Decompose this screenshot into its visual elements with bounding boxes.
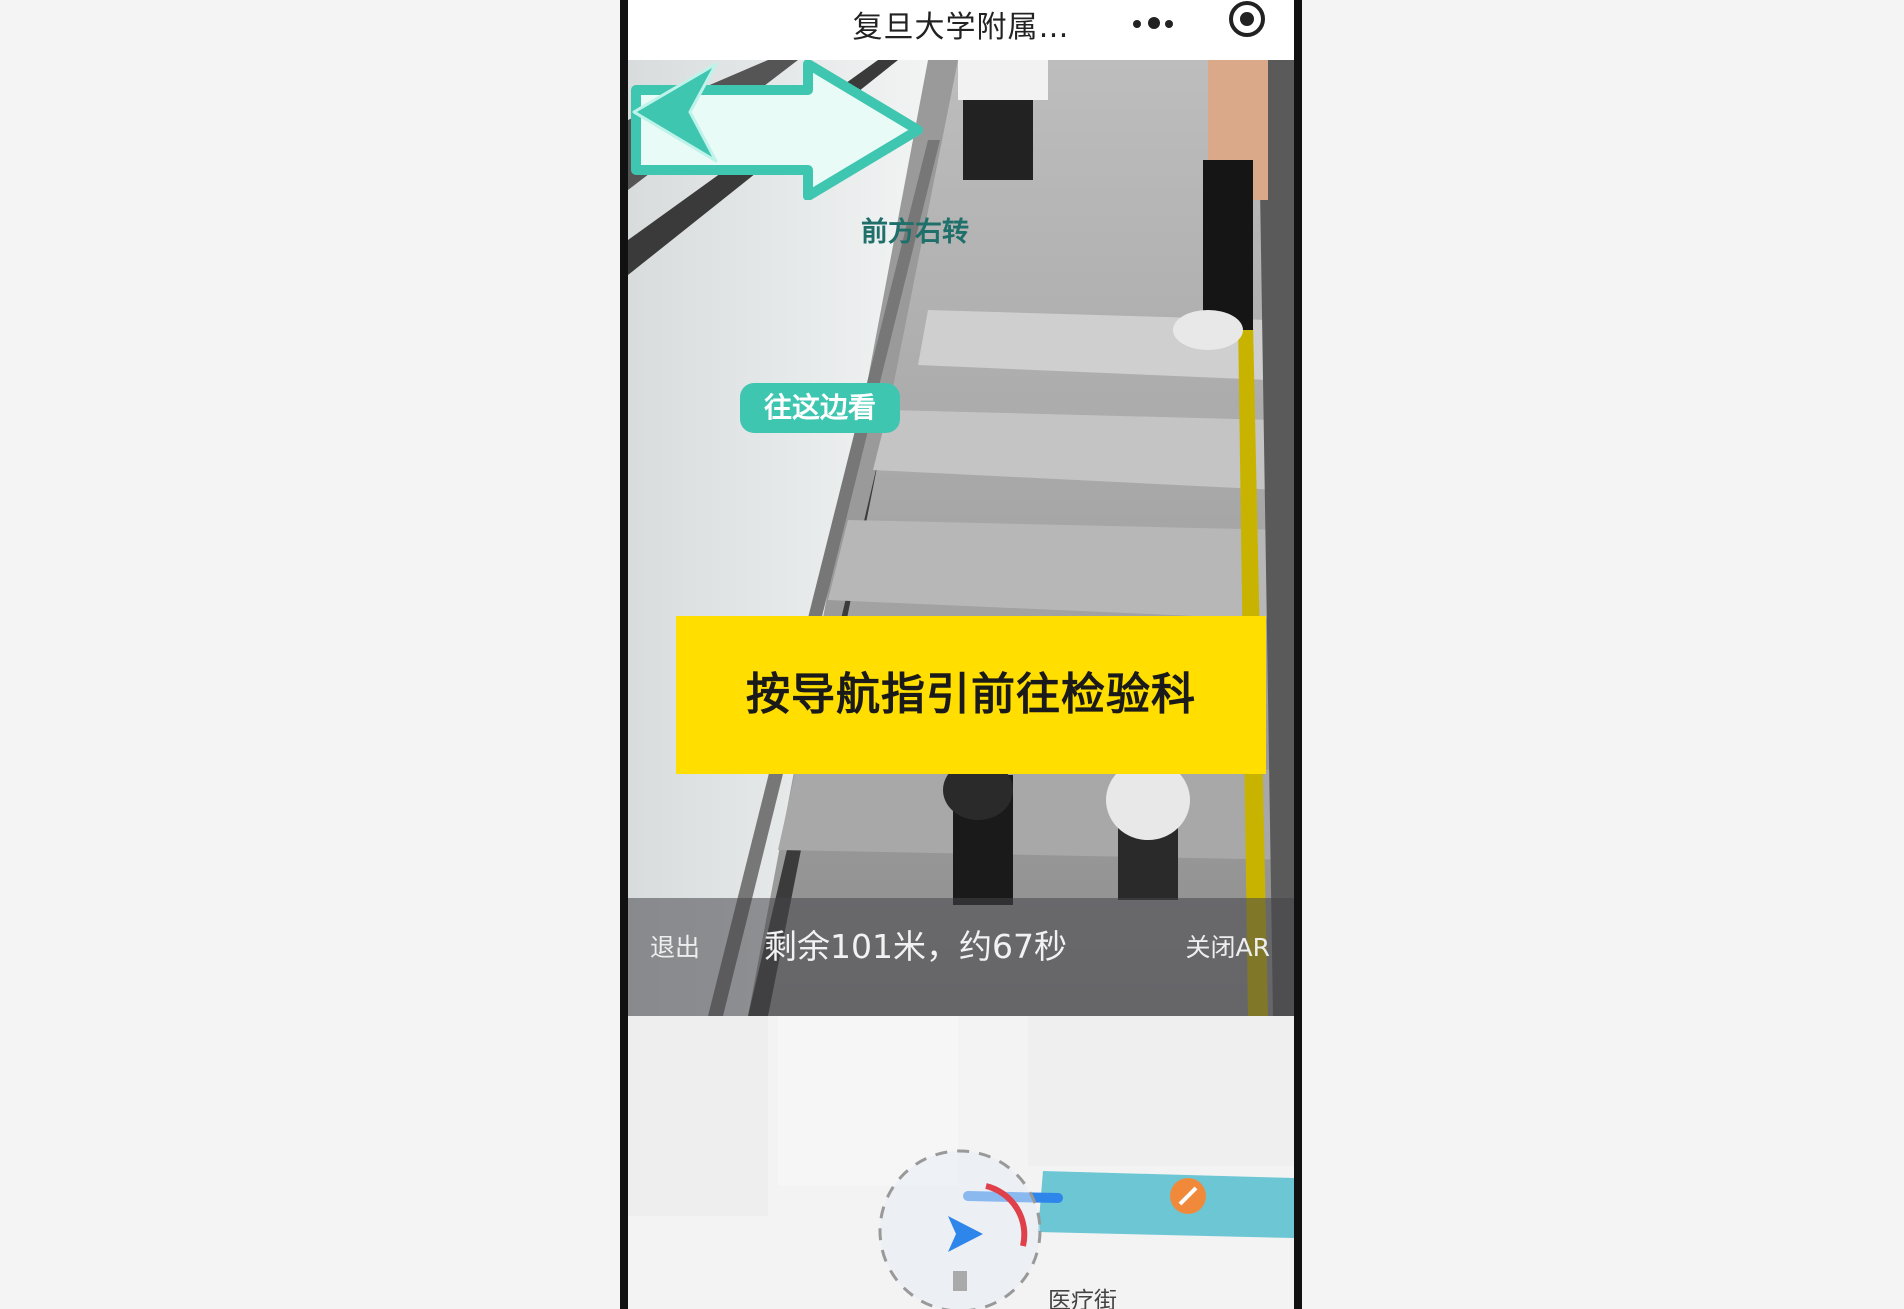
navigation-instruction-banner: 按导航指引前往检验科 bbox=[676, 616, 1266, 774]
escalator-scene bbox=[628, 60, 1294, 1016]
map-overlay bbox=[878, 1149, 1294, 1309]
map-road-label: 医疗街 bbox=[1048, 1288, 1117, 1309]
mini-program-screen: 复旦大学附属… 前方右转 往这边看 按导航指引前往检验科 退出 剩余101米，约… bbox=[628, 0, 1294, 1309]
map-street bbox=[1038, 1171, 1294, 1238]
remaining-distance-text: 剩余101米，约67秒 bbox=[764, 927, 1067, 966]
title-bar: 复旦大学附属… bbox=[628, 0, 1294, 60]
exit-button[interactable]: 退出 bbox=[650, 928, 700, 964]
indoor-map[interactable]: 医疗街 bbox=[628, 1016, 1294, 1309]
map-marker bbox=[953, 1271, 967, 1291]
chevron-left-icon bbox=[632, 62, 718, 163]
close-ar-button[interactable]: 关闭AR bbox=[1186, 928, 1270, 964]
more-dots-icon[interactable] bbox=[1133, 17, 1177, 29]
turn-right-label: 前方右转 bbox=[861, 217, 969, 248]
ar-camera-view: 前方右转 往这边看 按导航指引前往检验科 退出 剩余101米，约67秒 关闭AR bbox=[628, 60, 1294, 1016]
look-here-label: 往这边看 bbox=[740, 383, 900, 433]
page-title: 复旦大学附属… bbox=[852, 10, 1070, 45]
target-close-icon[interactable] bbox=[1228, 0, 1266, 38]
restaurant-pin-icon[interactable] bbox=[1170, 1178, 1206, 1214]
phone-frame: 复旦大学附属… 前方右转 往这边看 按导航指引前往检验科 退出 剩余101米，约… bbox=[620, 0, 1302, 1309]
ar-status-bar: 退出 剩余101米，约67秒 关闭AR bbox=[628, 898, 1294, 1016]
